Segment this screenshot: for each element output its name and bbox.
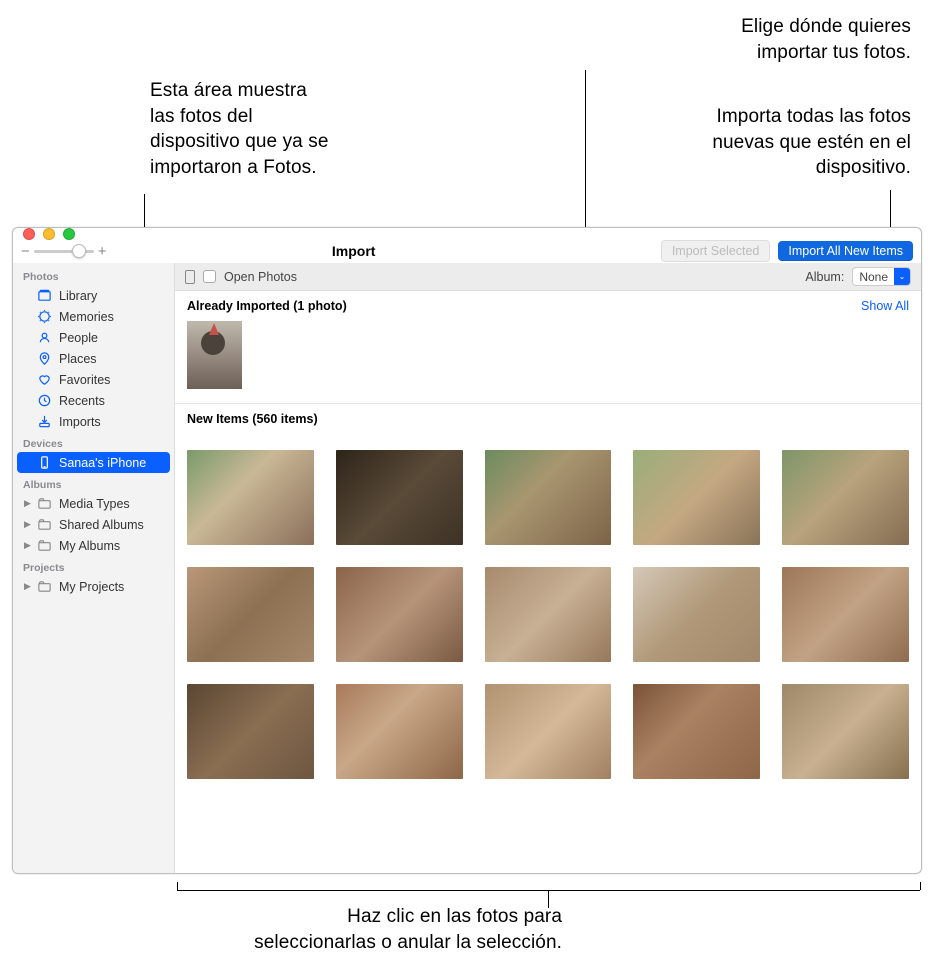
photo-thumbnail[interactable] [187,450,314,545]
album-destination-select[interactable]: None ⌄ [852,267,911,286]
callout-already-imported: Esta área muestra las fotos del disposit… [150,78,328,181]
sidebar-item-label: Sanaa's iPhone [59,456,146,470]
sidebar-item-library[interactable]: Library [17,285,170,306]
leader-line [548,890,549,908]
folder-icon [37,517,52,532]
chevron-right-icon[interactable]: ▶ [24,519,32,530]
sidebar-item-device-iphone[interactable]: Sanaa's iPhone [17,452,170,473]
device-phone-icon [185,270,195,284]
photo-thumbnail[interactable] [782,684,909,779]
show-all-link[interactable]: Show All [861,299,909,313]
sidebar-item-label: Media Types [59,497,130,511]
photo-thumbnail[interactable] [633,567,760,662]
photos-app-window: − + Import Import Selected Import All Ne… [12,227,922,874]
sidebar-item-label: Places [59,352,97,366]
folder-icon [37,496,52,511]
favorites-icon [37,372,52,387]
photo-thumbnail[interactable] [633,684,760,779]
main-content: Open Photos Album: None ⌄ Already Import… [175,263,921,873]
chevron-right-icon[interactable]: ▶ [24,498,32,509]
sidebar: Photos Library Memories People Places Fa… [13,263,175,873]
sidebar-header-devices: Devices [13,432,174,452]
photo-thumbnail[interactable] [187,684,314,779]
photo-thumbnail[interactable] [633,450,760,545]
import-filter-bar: Open Photos Album: None ⌄ [175,263,921,291]
open-photos-checkbox[interactable] [203,270,216,283]
page-title: Import [55,243,653,259]
callout-import-all: Importa todas las fotos nuevas que estén… [712,104,911,181]
new-items-heading: New Items (560 items) [187,412,318,426]
sidebar-item-label: My Albums [59,539,120,553]
memories-icon [37,309,52,324]
close-window-icon[interactable] [23,228,35,240]
folder-icon [37,579,52,594]
window-controls [13,228,175,240]
callout-click-photos: Haz clic en las fotos para seleccionarla… [62,904,562,955]
sidebar-header-albums: Albums [13,473,174,493]
leader-line [920,882,921,890]
recents-icon [37,393,52,408]
import-all-button[interactable]: Import All New Items [778,241,913,261]
sidebar-item-recents[interactable]: Recents [17,390,170,411]
zoom-window-icon[interactable] [63,228,75,240]
sidebar-item-shared-albums[interactable]: ▶ Shared Albums [17,514,170,535]
sidebar-item-imports[interactable]: Imports [17,411,170,432]
photo-thumbnail[interactable] [485,684,612,779]
photo-thumbnail[interactable] [187,567,314,662]
imports-icon [37,414,52,429]
iphone-icon [37,455,52,470]
open-photos-label: Open Photos [224,270,297,284]
import-scroll-area[interactable]: Already Imported (1 photo) Show All New … [175,291,921,873]
photo-thumbnail[interactable] [485,450,612,545]
chevron-right-icon[interactable]: ▶ [24,581,32,592]
library-icon [37,288,52,303]
sidebar-item-label: Favorites [59,373,110,387]
sidebar-header-photos: Photos [13,265,174,285]
album-select-value: None [853,270,894,284]
sidebar-item-label: Memories [59,310,114,324]
already-imported-heading: Already Imported (1 photo) [187,299,347,313]
sidebar-item-places[interactable]: Places [17,348,170,369]
places-icon [37,351,52,366]
sidebar-item-label: My Projects [59,580,124,594]
photo-thumbnail[interactable] [782,567,909,662]
import-selected-button[interactable]: Import Selected [661,240,771,262]
chevron-right-icon[interactable]: ▶ [24,540,32,551]
people-icon [37,330,52,345]
photo-thumbnail[interactable] [782,450,909,545]
titlebar: − + Import Import Selected Import All Ne… [13,228,921,263]
sidebar-item-people[interactable]: People [17,327,170,348]
sidebar-item-label: Recents [59,394,105,408]
minimize-window-icon[interactable] [43,228,55,240]
sidebar-item-label: Library [59,289,97,303]
sidebar-item-label: People [59,331,98,345]
callout-album-destination: Elige dónde quieres importar tus fotos. [741,14,911,65]
photo-thumbnail[interactable] [336,684,463,779]
sidebar-item-label: Imports [59,415,101,429]
sidebar-item-media-types[interactable]: ▶ Media Types [17,493,170,514]
album-label: Album: [805,270,844,284]
zoom-out-icon: − [21,243,30,260]
folder-icon [37,538,52,553]
photo-thumbnail[interactable] [485,567,612,662]
chevron-updown-icon: ⌄ [894,268,910,285]
sidebar-item-my-projects[interactable]: ▶ My Projects [17,576,170,597]
photo-thumbnail[interactable] [336,567,463,662]
sidebar-item-memories[interactable]: Memories [17,306,170,327]
sidebar-header-projects: Projects [13,556,174,576]
sidebar-item-favorites[interactable]: Favorites [17,369,170,390]
already-imported-row [175,321,921,404]
leader-line [177,882,178,890]
new-items-grid [175,434,921,779]
sidebar-item-label: Shared Albums [59,518,144,532]
photo-thumbnail[interactable] [336,450,463,545]
photo-thumbnail[interactable] [187,321,242,389]
sidebar-item-my-albums[interactable]: ▶ My Albums [17,535,170,556]
